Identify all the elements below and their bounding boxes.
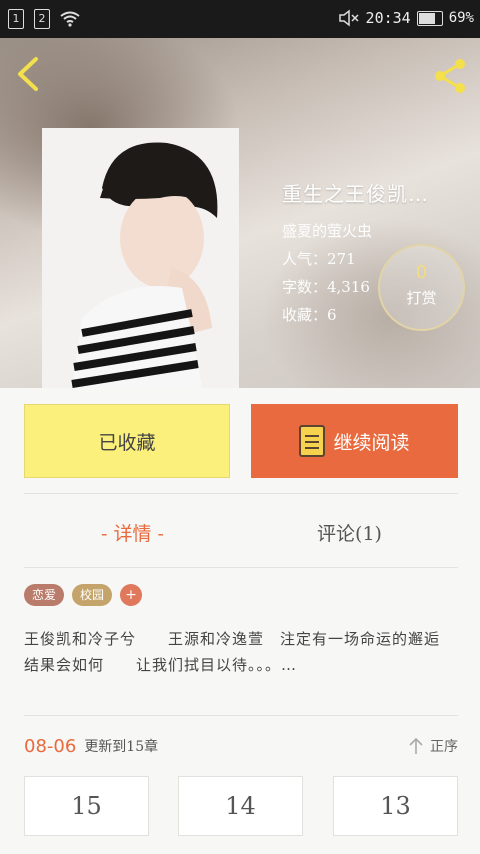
tab-details[interactable]: - 详情 -: [24, 500, 241, 564]
book-icon: [299, 425, 326, 457]
wifi-icon: [60, 11, 80, 27]
sort-toggle[interactable]: 正序: [408, 736, 458, 756]
divider: [24, 715, 458, 716]
tab-comments[interactable]: 评论(1): [241, 500, 458, 564]
battery-percent: 69%: [448, 10, 474, 26]
book-cover: [42, 128, 239, 388]
book-header: 重生之王俊凯… 盛夏的萤火虫 人气：271 字数：4,316 收藏：6 0 打赏: [0, 38, 480, 388]
chapter-button[interactable]: 15: [24, 776, 149, 836]
chapter-button[interactable]: 14: [178, 776, 303, 836]
chapter-button[interactable]: 13: [333, 776, 458, 836]
arrow-up-icon: [409, 737, 423, 754]
mute-icon: [338, 9, 359, 27]
continue-reading-button[interactable]: 继续阅读: [251, 404, 458, 478]
book-title: 重生之王俊凯…: [282, 182, 429, 206]
update-row: 08-06 更新到15章 正序: [24, 734, 458, 758]
detail-tabs: - 详情 - 评论(1): [24, 500, 458, 564]
tag-list: 恋爱 校园 +: [24, 584, 143, 606]
divider: [24, 567, 458, 568]
update-text: 更新到15章: [84, 739, 159, 755]
tab-comments-label: 评论(1): [317, 522, 382, 545]
tip-button[interactable]: 0 打赏: [378, 244, 465, 331]
tag-item[interactable]: 校园: [72, 584, 113, 606]
tab-details-label: - 详情 -: [101, 522, 164, 545]
sort-label: 正序: [430, 739, 458, 755]
favorited-button[interactable]: 已收藏: [24, 404, 230, 478]
clock: 20:34: [365, 9, 411, 27]
book-description: 王俊凯和冷子兮 王源和冷逸萱 注定有一场命运的邂逅 结果会如何 让我们拭目以待。…: [24, 630, 473, 674]
battery-icon: [416, 10, 443, 26]
share-icon[interactable]: [430, 56, 470, 96]
sim2-icon: 2: [34, 9, 50, 29]
book-author[interactable]: 盛夏的萤火虫: [282, 217, 429, 245]
divider: [24, 493, 458, 494]
tip-label: 打赏: [406, 289, 437, 307]
continue-reading-label: 继续阅读: [333, 431, 410, 454]
sim1-icon: 1: [8, 9, 24, 29]
status-bar: 1 2 20:34 69%: [0, 0, 480, 38]
tip-count: 0: [415, 262, 428, 283]
add-tag-button[interactable]: +: [120, 584, 143, 606]
chevron-left-icon[interactable]: [14, 56, 44, 92]
tag-item[interactable]: 恋爱: [24, 584, 65, 606]
update-date: 08-06: [24, 735, 77, 757]
favorited-label: 已收藏: [98, 431, 156, 454]
